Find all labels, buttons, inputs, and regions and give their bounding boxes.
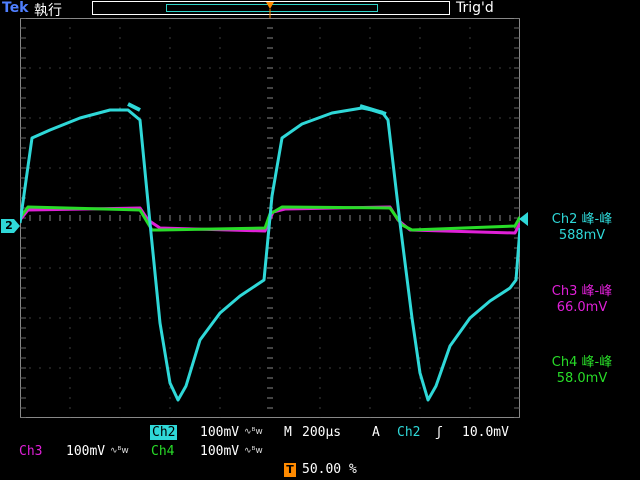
measurement-ch4: Ch4 峰-峰 58.0mV — [527, 355, 637, 387]
trigger-mode: A — [372, 425, 380, 440]
waveform-graticule — [20, 18, 520, 418]
measurement-ch3-value: 66.0mV — [556, 300, 608, 315]
trigger-position-arrow-icon — [266, 2, 274, 9]
measurement-ch2-label: Ch2 峰-峰 — [551, 212, 613, 227]
ch4-bandwidth-limit-icon: ∿ᴮw — [244, 446, 263, 456]
ch3-bandwidth-limit-icon: ∿ᴮw — [110, 446, 129, 456]
trigger-position-icon: T — [284, 463, 296, 477]
measurement-ch3: Ch3 峰-峰 66.0mV — [527, 284, 637, 316]
measurement-ch3-label: Ch3 峰-峰 — [551, 284, 613, 299]
bottom-settings-bar: Ch2 100mV ∿ᴮw M 200µs A Ch2 ʃ 10.0mV Ch3… — [0, 422, 640, 480]
ch4-scale[interactable]: 100mV — [200, 444, 239, 459]
ch2-bandwidth-limit-icon: ∿ᴮw — [244, 427, 263, 437]
timebase-value[interactable]: 200µs — [302, 425, 341, 440]
trigger-status: Trig'd — [456, 0, 494, 16]
top-status-bar: Tek 執行 Trig'd — [0, 0, 640, 19]
ch4-label[interactable]: Ch4 — [151, 444, 174, 459]
ch3-label[interactable]: Ch3 — [19, 444, 42, 459]
tek-logo: Tek — [2, 0, 29, 16]
ch2-ground-marker-label: 2 — [5, 219, 13, 232]
measurement-ch4-label: Ch4 峰-峰 — [551, 355, 613, 370]
ch3-scale[interactable]: 100mV — [66, 444, 105, 459]
ch2-label[interactable]: Ch2 — [150, 425, 178, 440]
run-status: 執行 — [34, 3, 62, 19]
trigger-slope-icon: ʃ — [435, 425, 443, 440]
trigger-position-percent[interactable]: 50.00 % — [302, 462, 357, 477]
trigger-level[interactable]: 10.0mV — [462, 425, 509, 440]
ch2-scale[interactable]: 100mV — [200, 425, 239, 440]
trigger-source[interactable]: Ch2 — [397, 425, 420, 440]
measurement-ch4-value: 58.0mV — [556, 371, 608, 386]
timebase-prefix: M — [284, 425, 292, 440]
measurement-ch2: Ch2 峰-峰 588mV — [527, 212, 637, 244]
measurement-ch2-value: 588mV — [558, 228, 606, 243]
